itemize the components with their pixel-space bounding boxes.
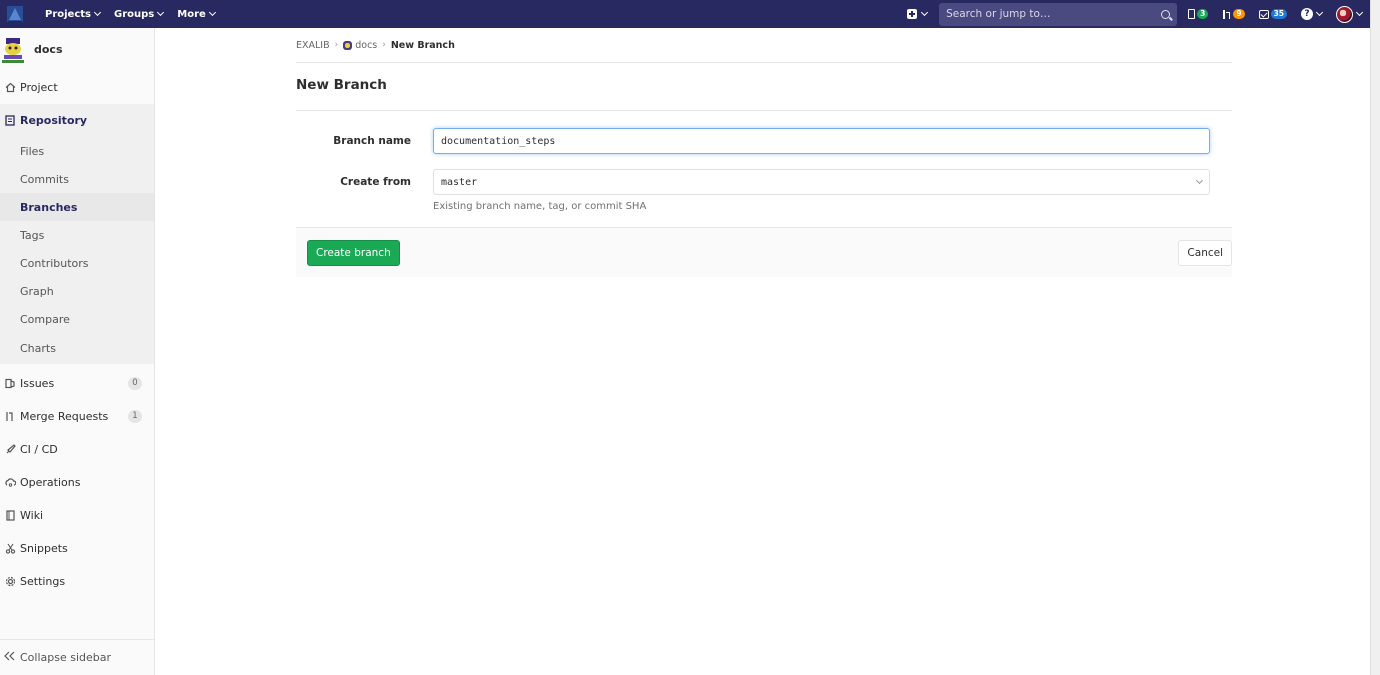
cloud-gear-icon <box>4 477 16 489</box>
collapse-sidebar-button[interactable]: Collapse sidebar <box>0 639 154 675</box>
sidebar-item-merge-requests[interactable]: Merge Requests 1 <box>0 400 154 433</box>
sidebar-item-settings[interactable]: Settings <box>0 565 154 598</box>
project-avatar <box>2 37 24 63</box>
chevron-down-icon <box>921 8 929 17</box>
sidebar-item-operations[interactable]: Operations <box>0 466 154 499</box>
help-dropdown[interactable]: ? <box>1301 8 1324 20</box>
sidebar-item-cicd[interactable]: CI / CD <box>0 433 154 466</box>
chevron-down-icon <box>208 8 216 17</box>
groups-menu[interactable]: Groups <box>114 8 165 20</box>
document-icon <box>4 115 16 127</box>
sidebar-item-tags[interactable]: Tags <box>0 221 154 249</box>
sidebar-item-compare[interactable]: Compare <box>0 305 154 333</box>
todos-counter[interactable]: 35 <box>1258 9 1287 19</box>
chevron-down-icon <box>93 8 102 17</box>
create-branch-button[interactable]: Create branch <box>307 240 400 266</box>
chevron-down-icon <box>1355 8 1364 17</box>
merge-request-icon <box>1222 9 1231 19</box>
sidebar-item-repository[interactable]: Repository <box>0 104 154 137</box>
branch-name-input[interactable] <box>433 128 1210 154</box>
branch-name-label: Branch name <box>333 135 411 147</box>
sidebar-item-contributors[interactable]: Contributors <box>0 249 154 277</box>
scissors-icon <box>4 543 16 555</box>
breadcrumb-project[interactable]: docs <box>343 40 377 51</box>
chevron-down-icon <box>1195 176 1204 185</box>
plus-square-icon <box>907 9 918 19</box>
sidebar-item-graph[interactable]: Graph <box>0 277 154 305</box>
more-menu[interactable]: More <box>177 8 216 20</box>
create-from-value: master <box>441 176 478 188</box>
project-header[interactable]: docs <box>0 28 154 71</box>
app-logo-icon[interactable] <box>4 3 26 25</box>
sidebar-item-charts[interactable]: Charts <box>0 333 154 364</box>
create-from-select[interactable]: master <box>433 169 1210 195</box>
merge-requests-count-badge: 1 <box>128 410 142 423</box>
project-name: docs <box>34 43 63 56</box>
sidebar-item-commits[interactable]: Commits <box>0 165 154 193</box>
breadcrumb-separator-icon: › <box>334 40 339 50</box>
search-input[interactable]: Search or jump to… <box>939 2 1178 26</box>
rocket-icon <box>4 444 16 456</box>
question-circle-icon: ? <box>1301 8 1313 20</box>
create-from-label: Create from <box>340 176 411 188</box>
search-icon <box>1161 9 1171 19</box>
sidebar-item-wiki[interactable]: Wiki <box>0 499 154 532</box>
sidebar-item-issues[interactable]: Issues 0 <box>0 367 154 400</box>
mr-count-badge: 9 <box>1233 9 1245 19</box>
user-menu[interactable] <box>1336 5 1364 23</box>
repository-group: Repository Files Commits Branches Tags C… <box>0 104 154 364</box>
top-navbar: Projects Groups More Search or jump to… … <box>0 0 1370 28</box>
issues-icon <box>1188 9 1196 19</box>
todo-check-icon <box>1258 9 1269 19</box>
issues-count-badge: 3 <box>1197 9 1209 19</box>
merge-request-icon <box>4 411 16 423</box>
new-item-dropdown[interactable] <box>907 8 929 19</box>
issues-icon <box>4 378 16 390</box>
todos-count-badge: 35 <box>1270 9 1287 19</box>
cancel-button[interactable]: Cancel <box>1178 240 1232 266</box>
create-from-help-text: Existing branch name, tag, or commit SHA <box>433 201 647 212</box>
breadcrumb-group[interactable]: EXALIB <box>296 40 330 51</box>
create-from-row: Create from master Existing branch name,… <box>296 169 1232 212</box>
projects-menu[interactable]: Projects <box>45 8 102 20</box>
sidebar-item-files[interactable]: Files <box>0 137 154 165</box>
home-icon <box>4 82 16 94</box>
merge-requests-counter[interactable]: 9 <box>1222 9 1245 19</box>
breadcrumb: EXALIB › docs › New Branch <box>296 28 1232 63</box>
double-chevron-left-icon <box>4 651 16 664</box>
breadcrumb-current[interactable]: New Branch <box>391 40 455 51</box>
form-actions: Create branch Cancel <box>296 227 1232 277</box>
page-scrollbar[interactable] <box>1370 0 1380 675</box>
chevron-down-icon <box>1315 8 1324 17</box>
sidebar-item-snippets[interactable]: Snippets <box>0 532 154 565</box>
issues-count-badge: 0 <box>128 377 142 390</box>
gear-icon <box>4 576 16 588</box>
branch-name-row: Branch name <box>296 128 1232 154</box>
issues-counter[interactable]: 3 <box>1188 9 1209 19</box>
book-icon <box>4 510 16 522</box>
breadcrumb-separator-icon: › <box>382 40 386 50</box>
search-placeholder: Search or jump to… <box>946 8 1051 20</box>
sidebar-item-branches[interactable]: Branches <box>0 193 154 221</box>
main-content: EXALIB › docs › New Branch New Branch Br… <box>296 28 1232 277</box>
project-sidebar: docs Project Repository Files Commits Br… <box>0 28 155 675</box>
project-avatar-icon <box>343 40 353 50</box>
chevron-down-icon <box>157 8 165 17</box>
sidebar-item-project[interactable]: Project <box>0 71 154 104</box>
user-avatar <box>1336 5 1353 23</box>
page-title: New Branch <box>296 63 1232 111</box>
